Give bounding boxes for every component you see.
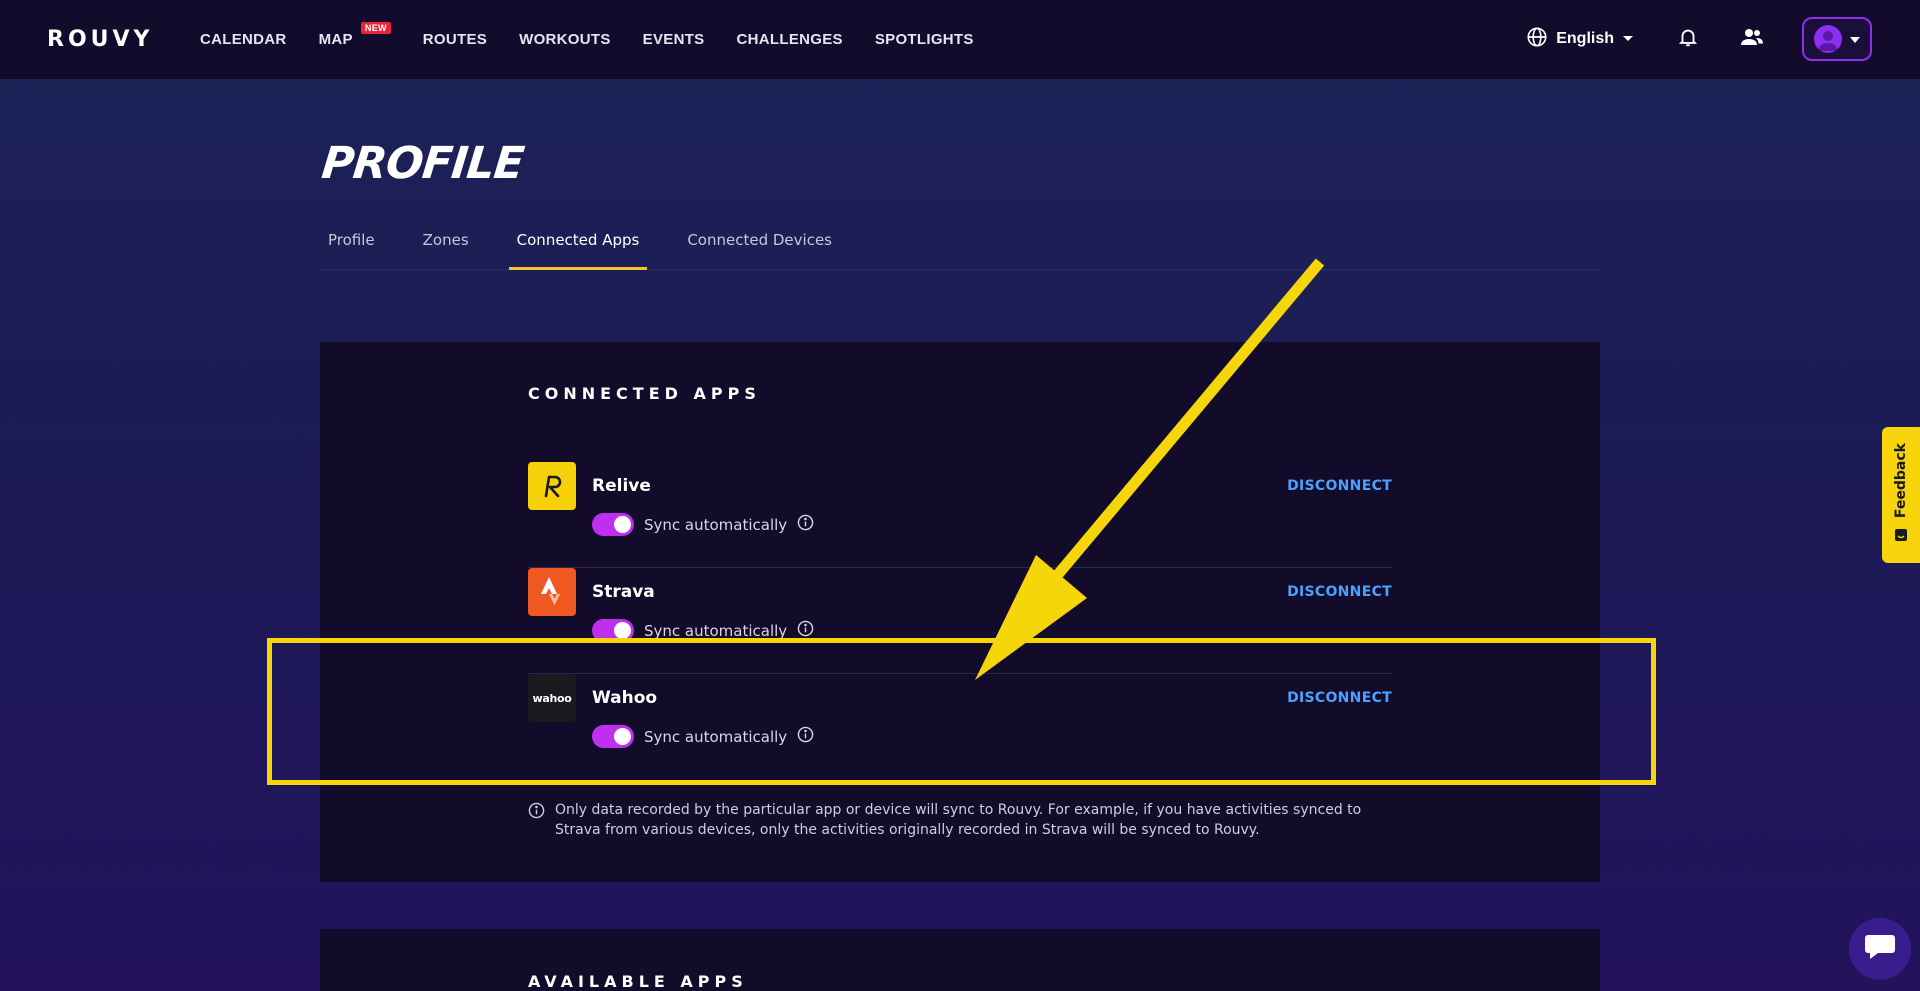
sync-info-note: Only data recorded by the particular app…: [528, 800, 1388, 840]
sync-label: Sync automatically: [644, 515, 788, 534]
new-badge: NEW: [360, 22, 391, 34]
logo-text: ROUVY: [47, 26, 154, 52]
chat-bubble-icon: [1864, 932, 1896, 967]
top-navigation-bar: ROUVY CALENDAR MAP NEW ROUTES WORKOUTS E…: [0, 0, 1920, 79]
available-apps-heading: AVAILABLE APPS: [528, 972, 748, 991]
available-apps-card: [320, 929, 1600, 991]
info-icon[interactable]: [797, 514, 814, 536]
tab-connected-devices[interactable]: Connected Devices: [679, 222, 840, 270]
globe-icon: [1526, 26, 1548, 53]
caret-down-icon: [1850, 30, 1860, 48]
main-nav: CALENDAR MAP NEW ROUTES WORKOUTS EVENTS …: [200, 0, 1006, 79]
language-selector[interactable]: English: [1526, 26, 1634, 53]
nav-item-spotlights[interactable]: SPOTLIGHTS: [875, 31, 974, 48]
disconnect-button[interactable]: DISCONNECT: [1287, 584, 1392, 600]
bell-icon: [1677, 26, 1699, 53]
sync-toggle[interactable]: [592, 513, 634, 536]
profile-tabs: Profile Zones Connected Apps Connected D…: [320, 222, 1600, 270]
user-menu-button[interactable]: [1802, 17, 1872, 61]
disconnect-button[interactable]: DISCONNECT: [1287, 478, 1392, 494]
smile-icon: [1894, 528, 1908, 547]
nav-item-events[interactable]: EVENTS: [643, 31, 705, 48]
nav-item-workouts[interactable]: WORKOUTS: [519, 31, 611, 48]
nav-right-controls: English: [1526, 17, 1872, 61]
nav-item-challenges[interactable]: CHALLENGES: [737, 31, 843, 48]
sync-label: Sync automatically: [644, 621, 788, 640]
people-icon: [1740, 26, 1764, 53]
avatar: [1814, 25, 1842, 53]
app-name: Relive: [592, 476, 651, 496]
sync-setting: Sync automatically: [592, 513, 814, 536]
notifications-button[interactable]: [1674, 25, 1702, 53]
connected-apps-heading: CONNECTED APPS: [528, 384, 761, 403]
page-title: PROFILE: [319, 138, 526, 189]
language-label: English: [1556, 30, 1614, 47]
app-row-relive: Relive Sync automatically DISCONNECT: [528, 462, 1392, 568]
strava-logo: [528, 568, 576, 616]
feedback-label: Feedback: [1893, 442, 1909, 519]
chevron-down-icon: [1622, 30, 1634, 48]
feedback-tab[interactable]: Feedback: [1882, 427, 1920, 563]
nav-item-map-label: MAP: [318, 31, 353, 48]
tab-connected-apps[interactable]: Connected Apps: [508, 222, 648, 270]
note-text: Only data recorded by the particular app…: [555, 802, 1362, 838]
annotation-highlight-box: [267, 638, 1656, 785]
chat-support-button[interactable]: [1849, 918, 1911, 980]
app-name: Strava: [592, 582, 655, 602]
nav-item-routes[interactable]: ROUTES: [423, 31, 487, 48]
info-icon: [528, 802, 545, 840]
tab-profile[interactable]: Profile: [320, 222, 383, 270]
nav-item-calendar[interactable]: CALENDAR: [200, 31, 287, 48]
nav-item-map[interactable]: MAP NEW: [318, 22, 391, 48]
friends-button[interactable]: [1738, 25, 1766, 53]
tab-zones[interactable]: Zones: [415, 222, 477, 270]
relive-logo: [528, 462, 576, 510]
rouvy-logo[interactable]: ROUVY: [47, 26, 153, 52]
